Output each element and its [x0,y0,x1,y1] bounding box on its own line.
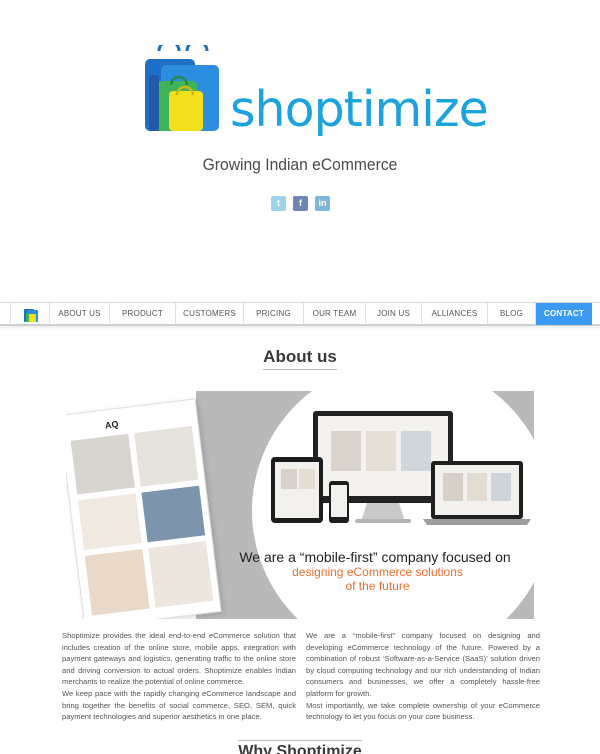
banner-line-3: of the future [345,579,410,593]
tagline: Growing Indian eCommerce [202,155,398,174]
shopping-bag-logo-icon [24,309,38,322]
nav-item-alliances[interactable]: ALLIANCES [422,303,488,325]
about-heading: About us [0,347,600,370]
nav-item-product[interactable]: PRODUCT [110,303,176,325]
main-nav: ABOUT US PRODUCT CUSTOMERS PRICING OUR T… [0,302,600,326]
linkedin-icon[interactable]: in [315,196,330,211]
nav-item-pricing[interactable]: PRICING [244,303,304,325]
device-mockups-graphic [271,411,531,525]
brand-wordmark[interactable]: shoptimize [230,82,489,138]
mockup-product-image [141,485,206,543]
mockup-product-image [70,433,135,495]
why-heading-text: Why Shoptimize [238,740,362,754]
mockup-product-image [77,493,142,551]
banner-line-2: designing eCommerce solutions [292,565,463,579]
hero-section: shoptimize Growing Indian eCommerce t f … [0,0,600,300]
nav-item-about-us[interactable]: ABOUT US [50,303,110,325]
about-heading-text: About us [263,347,337,370]
about-paragraph: Shoptimize provides the ideal end-to-end… [62,631,296,687]
why-heading: Why Shoptimize [0,740,600,754]
about-paragraph: We keep pace with the rapidly changing e… [62,688,296,722]
nav-item-join-us[interactable]: JOIN US [366,303,422,325]
about-left-column: Shoptimize provides the ideal end-to-end… [62,630,296,723]
mockup-logo: AQ [104,418,120,431]
facebook-icon[interactable]: f [293,196,308,211]
about-paragraph: We are a “mobile-first” company focused … [306,631,540,698]
banner-line-1: We are a “mobile-first” company focused … [239,549,511,565]
nav-item-customers[interactable]: CUSTOMERS [176,303,244,325]
about-right-column: We are a “mobile-first” company focused … [306,630,540,723]
nav-item-blog[interactable]: BLOG [488,303,536,325]
nav-item-contact[interactable]: CONTACT [536,303,592,325]
mockup-product-image [134,426,199,487]
about-banner-image: AQ We are a “mobile-first” company focus… [66,391,534,619]
nav-home-logo[interactable] [10,303,50,325]
shopping-bag-logo-icon [145,45,219,131]
about-paragraph: Most importantly, we take complete owner… [306,700,540,722]
social-links: t f in [271,196,330,211]
twitter-icon[interactable]: t [271,196,286,211]
nav-item-our-team[interactable]: OUR TEAM [304,303,366,325]
